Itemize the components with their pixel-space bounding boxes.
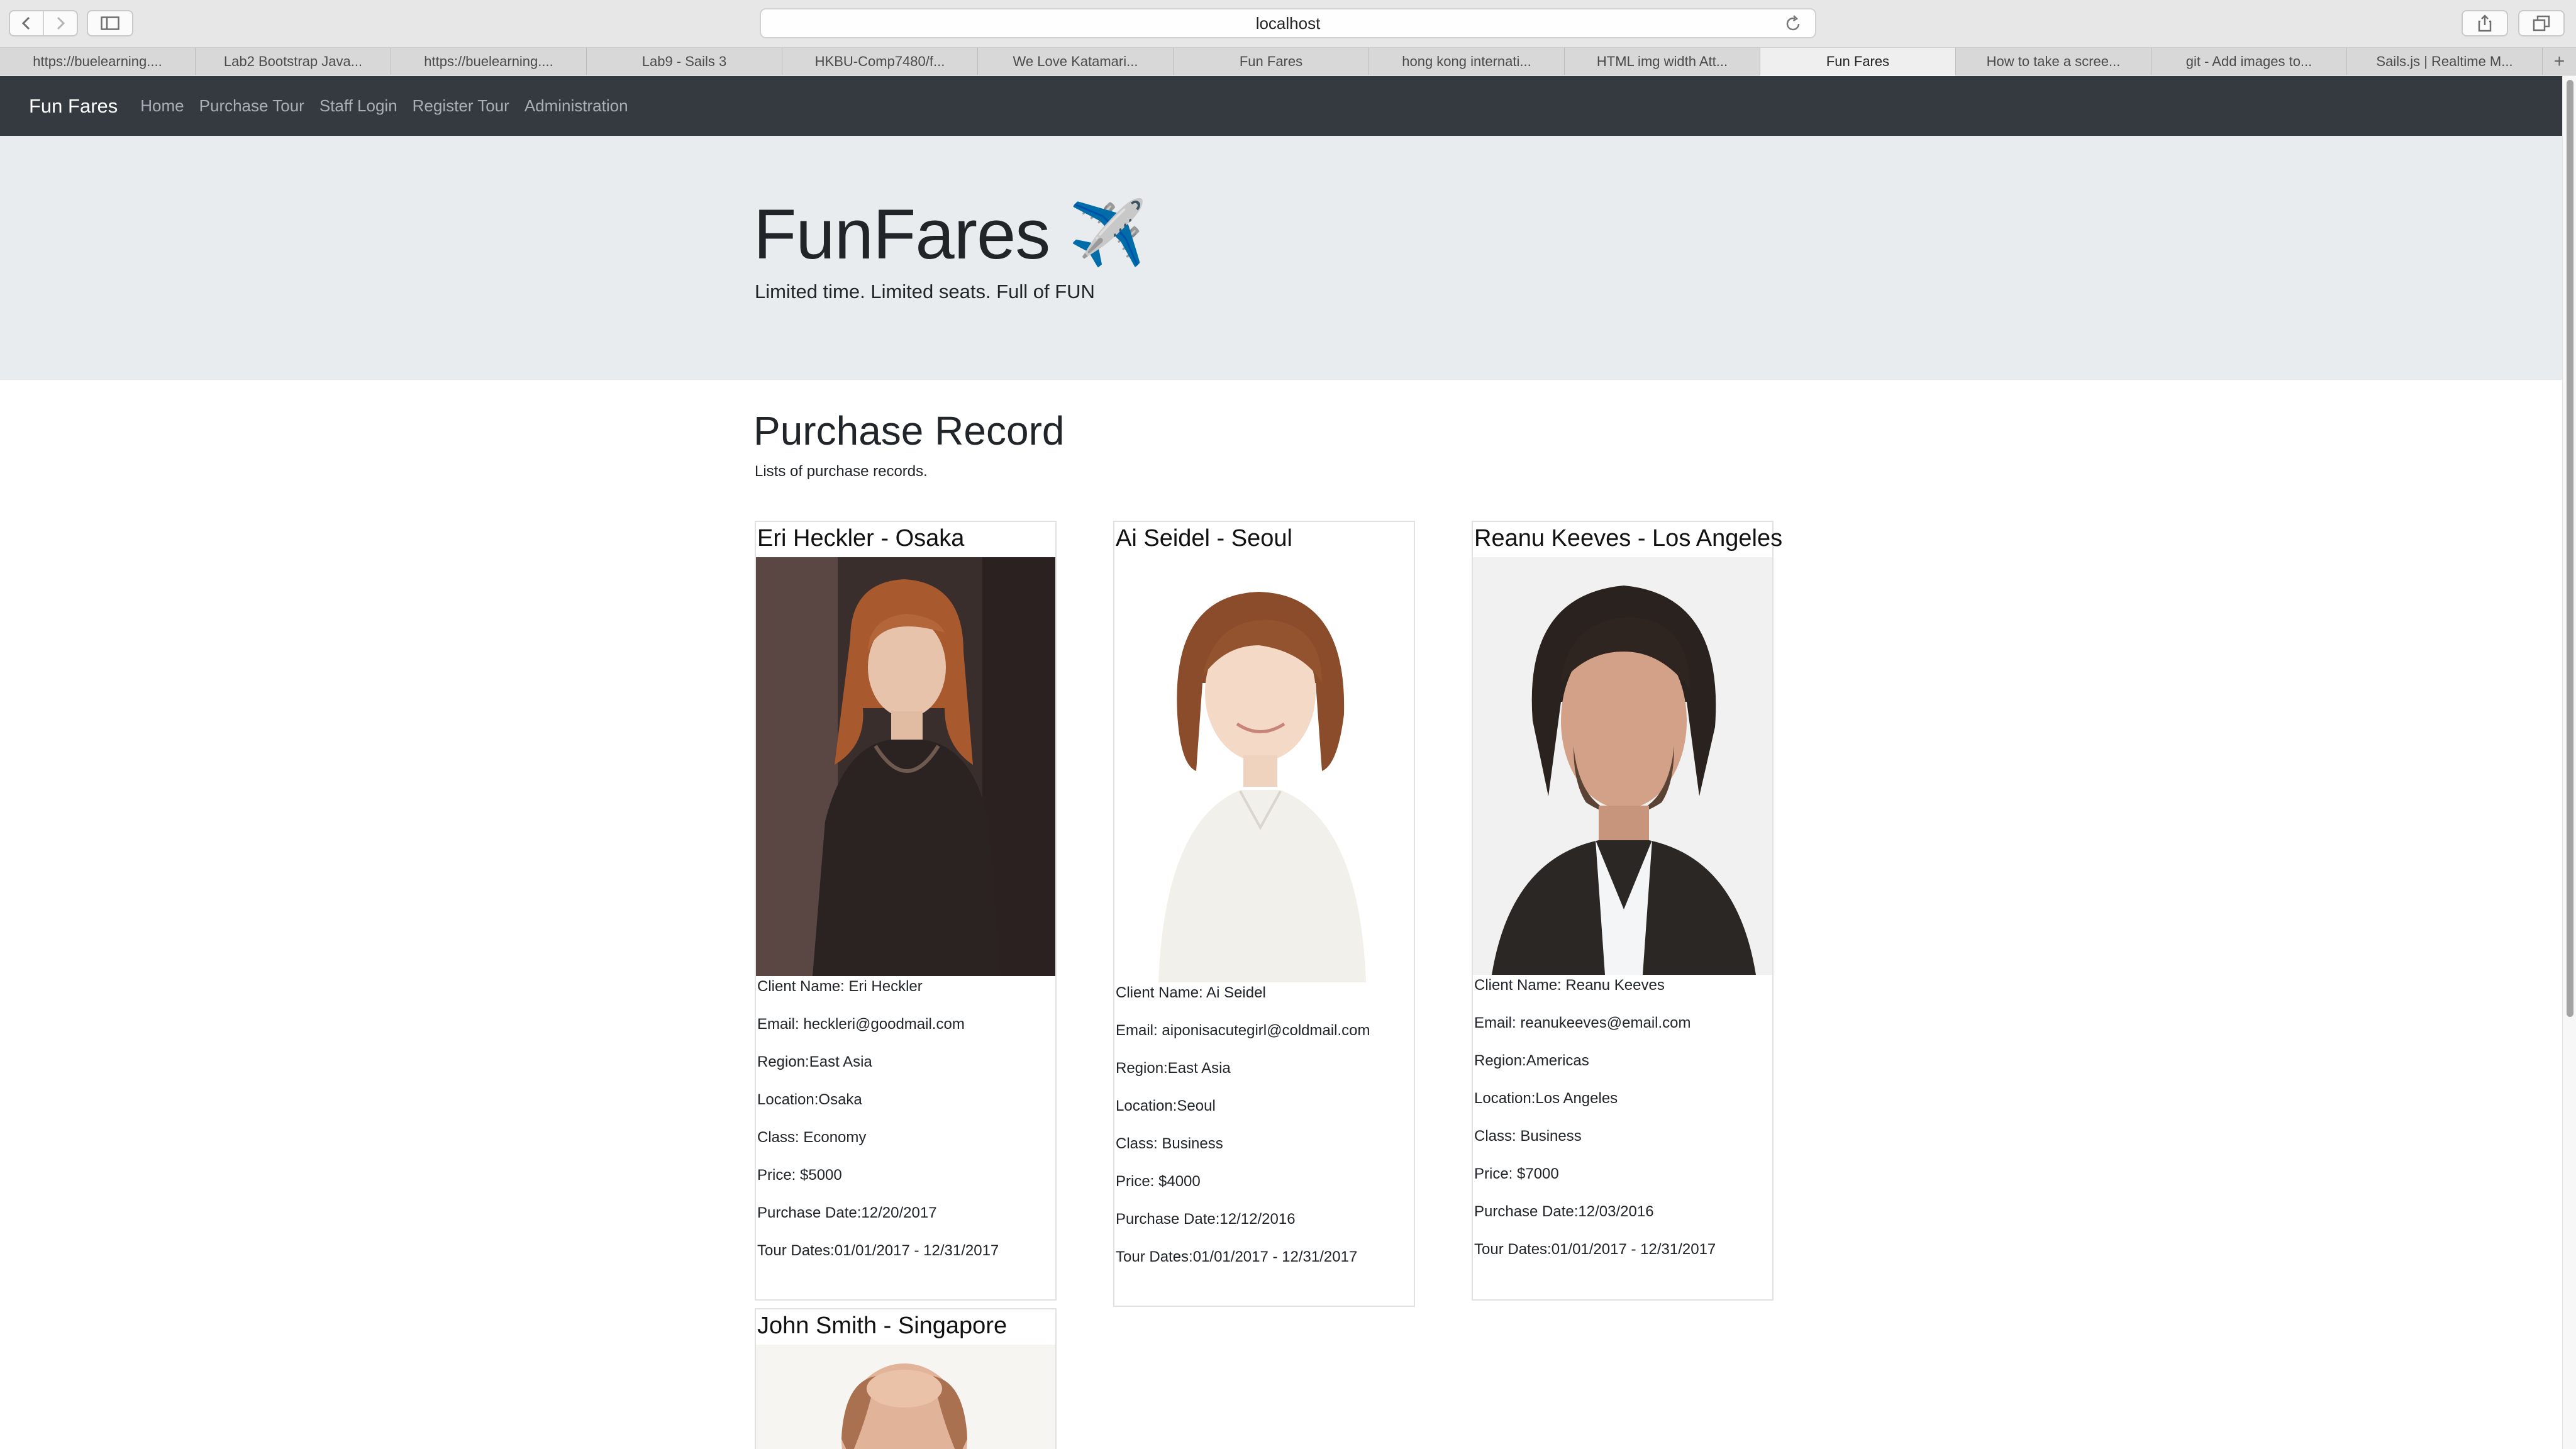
purchase-card-john-smith: John Smith - Singapore <box>755 1308 1057 1449</box>
client-region: Region:Americas <box>1474 1052 1589 1069</box>
chevron-right-icon <box>57 16 65 30</box>
purchase-date: Purchase Date:12/20/2017 <box>757 1204 937 1221</box>
tour-dates: Tour Dates:01/01/2017 - 12/31/2017 <box>1116 1248 1358 1265</box>
browser-tab[interactable]: HKBU-Comp7480/f... <box>782 48 978 75</box>
client-photo <box>1473 557 1772 975</box>
browser-tab[interactable]: HTML img width Att... <box>1565 48 1760 75</box>
browser-tab[interactable]: https://buelearning.... <box>0 48 196 75</box>
card-heading: Reanu Keeves - Los Angeles <box>1474 525 1783 552</box>
share-button[interactable] <box>2462 10 2508 36</box>
client-photo <box>756 557 1055 976</box>
section-subtitle: Lists of purchase records. <box>755 463 928 480</box>
page-scrollbar[interactable] <box>2562 76 2576 1449</box>
address-text: localhost <box>1255 13 1321 33</box>
ticket-price: Price: $7000 <box>1474 1165 1559 1182</box>
back-button[interactable] <box>10 11 43 35</box>
client-email: Email: heckleri@goodmail.com <box>757 1016 965 1033</box>
client-region: Region:East Asia <box>1116 1060 1231 1077</box>
purchase-card-reanu-keeves: Reanu Keeves - Los Angeles Client Name: … <box>1472 521 1783 1301</box>
ticket-class: Class: Economy <box>757 1129 867 1146</box>
show-tabs-button[interactable] <box>2518 10 2565 36</box>
scrollbar-thumb[interactable] <box>2567 80 2573 1017</box>
purchase-date: Purchase Date:12/12/2016 <box>1116 1211 1296 1228</box>
reload-icon[interactable] <box>1784 14 1802 33</box>
browser-tab[interactable]: https://buelearning.... <box>391 48 587 75</box>
address-bar[interactable]: localhost <box>760 8 1816 38</box>
browser-tab[interactable]: Lab2 Bootstrap Java... <box>196 48 391 75</box>
client-name: Client Name: Eri Heckler <box>757 978 923 995</box>
hero-title: FunFares ✈️ <box>753 194 1147 275</box>
tabs-overview-icon <box>2533 15 2550 31</box>
browser-tab[interactable]: git - Add images to... <box>2151 48 2347 75</box>
client-email: Email: reanukeeves@email.com <box>1474 1014 1691 1031</box>
browser-tab[interactable]: Fun Fares <box>1174 48 1369 75</box>
section-title: Purchase Record <box>753 408 1065 453</box>
browser-toolbar: localhost <box>0 0 2576 48</box>
history-buttons <box>9 10 78 36</box>
nav-link-administration[interactable]: Administration <box>525 96 628 116</box>
client-photo <box>1114 557 1405 982</box>
client-region: Region:East Asia <box>757 1053 872 1070</box>
browser-tab[interactable]: hong kong internati... <box>1369 48 1565 75</box>
tab-bar: https://buelearning.... Lab2 Bootstrap Ja… <box>0 48 2576 75</box>
forward-button[interactable] <box>43 11 77 35</box>
browser-tab[interactable]: We Love Katamari... <box>978 48 1174 75</box>
jumbotron: FunFares ✈️ Limited time. Limited seats.… <box>0 136 2562 380</box>
chevron-left-icon <box>21 16 30 30</box>
client-location: Location:Osaka <box>757 1091 862 1108</box>
card-heading: John Smith - Singapore <box>757 1313 1008 1339</box>
ticket-class: Class: Business <box>1116 1135 1223 1152</box>
client-location: Location:Seoul <box>1116 1097 1216 1114</box>
nav-link-purchase-tour[interactable]: Purchase Tour <box>199 96 304 116</box>
ticket-price: Price: $4000 <box>1116 1173 1201 1190</box>
purchase-card-ai-seidel: Ai Seidel - Seoul Client Name: Ai Seidel… <box>1113 521 1415 1307</box>
card-heading: Eri Heckler - Osaka <box>757 525 965 552</box>
hero-title-text: FunFares <box>753 195 1050 274</box>
client-name: Client Name: Ai Seidel <box>1116 984 1266 1001</box>
tour-dates: Tour Dates:01/01/2017 - 12/31/2017 <box>757 1242 999 1259</box>
navbar-brand[interactable]: Fun Fares <box>29 95 118 118</box>
purchase-date: Purchase Date:12/03/2016 <box>1474 1203 1654 1220</box>
airplane-icon: ✈️ <box>1069 198 1147 269</box>
ticket-price: Price: $5000 <box>757 1167 842 1184</box>
nav-link-staff-login[interactable]: Staff Login <box>319 96 397 116</box>
tour-dates: Tour Dates:01/01/2017 - 12/31/2017 <box>1474 1241 1716 1258</box>
purchase-card-eri-heckler: Eri Heckler - Osaka Client Name: Eri Hec… <box>755 521 1057 1301</box>
sidebar-icon <box>101 16 119 30</box>
browser-tab[interactable]: How to take a scree... <box>1956 48 2151 75</box>
ticket-class: Class: Business <box>1474 1128 1582 1145</box>
client-name: Client Name: Reanu Keeves <box>1474 977 1665 994</box>
browser-tab[interactable]: Lab9 - Sails 3 <box>587 48 782 75</box>
browser-tab[interactable]: Sails.js | Realtime M... <box>2347 48 2543 75</box>
hero-tagline: Limited time. Limited seats. Full of FUN <box>755 280 1095 303</box>
nav-link-home[interactable]: Home <box>140 96 184 116</box>
card-heading: Ai Seidel - Seoul <box>1116 525 1292 552</box>
browser-tab[interactable]: Fun Fares <box>1760 48 1956 75</box>
share-icon <box>2478 14 2492 32</box>
client-email: Email: aiponisacutegirl@coldmail.com <box>1116 1022 1370 1039</box>
client-photo <box>756 1345 1055 1449</box>
site-navbar: Fun Fares Home Purchase Tour Staff Login… <box>0 76 2562 136</box>
sidebar-toggle-button[interactable] <box>87 10 133 36</box>
new-tab-button[interactable]: + <box>2543 48 2576 75</box>
nav-link-register-tour[interactable]: Register Tour <box>413 96 509 116</box>
client-location: Location:Los Angeles <box>1474 1090 1618 1107</box>
